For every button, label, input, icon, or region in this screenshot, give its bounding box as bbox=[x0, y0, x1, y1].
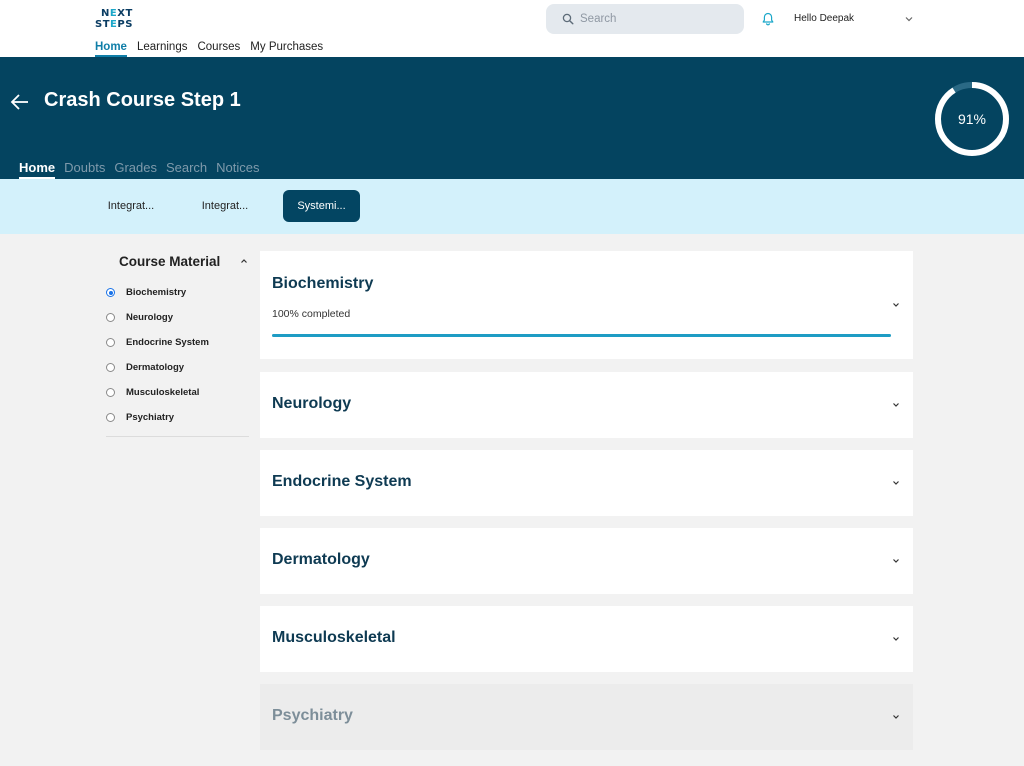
radio[interactable] bbox=[106, 338, 115, 347]
module-title: Psychiatry bbox=[272, 707, 353, 724]
search-box[interactable] bbox=[546, 4, 744, 34]
module-title: Musculoskeletal bbox=[272, 629, 396, 646]
brand-logo[interactable]: NEXT STEPS bbox=[95, 8, 135, 32]
course-material-header[interactable]: Course Material bbox=[106, 252, 249, 270]
module-card-neurology[interactable]: Neurology bbox=[260, 372, 913, 438]
course-progress-label: 91% bbox=[957, 111, 987, 127]
chevron-down-icon[interactable] bbox=[892, 557, 900, 565]
sidebar-item-biochemistry[interactable]: Biochemistry bbox=[106, 280, 249, 305]
nav-my-purchases[interactable]: My Purchases bbox=[250, 41, 323, 57]
tab-search[interactable]: Search bbox=[166, 160, 207, 179]
back-arrow-icon[interactable] bbox=[10, 92, 30, 112]
sidebar-title: Course Material bbox=[119, 253, 221, 269]
tab-notices[interactable]: Notices bbox=[216, 160, 259, 179]
chip-systemic[interactable]: Systemi... bbox=[283, 190, 360, 222]
nav-learnings[interactable]: Learnings bbox=[137, 41, 188, 57]
radio[interactable] bbox=[106, 413, 115, 422]
module-card-endocrine-system[interactable]: Endocrine System bbox=[260, 450, 913, 516]
sidebar-list: Biochemistry Neurology Endocrine System … bbox=[106, 280, 249, 430]
module-title: Dermatology bbox=[272, 551, 370, 568]
module-title: Neurology bbox=[272, 395, 352, 412]
module-progress-bar bbox=[272, 334, 891, 337]
tab-grades[interactable]: Grades bbox=[114, 160, 157, 179]
module-card-musculoskeletal[interactable]: Musculoskeletal bbox=[260, 606, 913, 672]
main-nav: Home Learnings Courses My Purchases bbox=[95, 41, 323, 57]
top-navbar: NEXT STEPS Home Learnings Courses My Pur… bbox=[0, 0, 1024, 57]
module-title: Biochemistry bbox=[272, 275, 374, 292]
course-tabs: Home Doubts Grades Search Notices bbox=[19, 160, 260, 179]
chevron-down-icon[interactable] bbox=[892, 401, 900, 409]
bell-icon[interactable] bbox=[761, 12, 775, 26]
chevron-down-icon[interactable] bbox=[892, 635, 900, 643]
module-card-dermatology[interactable]: Dermatology bbox=[260, 528, 913, 594]
chevron-down-icon[interactable] bbox=[892, 479, 900, 487]
chevron-down-icon[interactable] bbox=[904, 14, 914, 24]
chevron-down-icon[interactable] bbox=[892, 713, 900, 721]
chip-integrat-2[interactable]: Integrat... bbox=[190, 190, 260, 222]
course-material-sidebar: Course Material Biochemistry Neurology E… bbox=[106, 252, 249, 437]
course-header: Crash Course Step 1 91% Home Doubts Grad… bbox=[0, 57, 1024, 179]
sidebar-item-psychiatry[interactable]: Psychiatry bbox=[106, 405, 249, 430]
course-progress-ring: 91% bbox=[932, 79, 1012, 159]
section-chip-bar: Integrat... Integrat... Systemi... bbox=[0, 179, 1024, 234]
radio[interactable] bbox=[106, 388, 115, 397]
tab-doubts[interactable]: Doubts bbox=[64, 160, 105, 179]
nav-courses[interactable]: Courses bbox=[197, 41, 240, 57]
module-progress-fill bbox=[272, 334, 891, 337]
module-card-psychiatry[interactable]: Psychiatry bbox=[260, 684, 913, 750]
search-icon bbox=[562, 13, 574, 25]
sidebar-item-musculoskeletal[interactable]: Musculoskeletal bbox=[106, 380, 249, 405]
sidebar-item-dermatology[interactable]: Dermatology bbox=[106, 355, 249, 380]
tab-home[interactable]: Home bbox=[19, 160, 56, 179]
chevron-up-icon[interactable] bbox=[239, 256, 249, 266]
chevron-down-icon[interactable] bbox=[892, 301, 900, 309]
search-input[interactable] bbox=[580, 13, 730, 25]
nav-home[interactable]: Home bbox=[95, 41, 127, 57]
chip-integrat-1[interactable]: Integrat... bbox=[96, 190, 166, 222]
module-title: Endocrine System bbox=[272, 473, 412, 490]
module-status: 100% completed bbox=[272, 308, 351, 320]
user-greeting[interactable]: Hello Deepak bbox=[794, 13, 854, 24]
sidebar-item-endocrine-system[interactable]: Endocrine System bbox=[106, 330, 249, 355]
radio[interactable] bbox=[106, 313, 115, 322]
module-card-biochemistry[interactable]: Biochemistry 100% completed bbox=[260, 251, 913, 359]
radio-selected[interactable] bbox=[106, 288, 115, 297]
radio[interactable] bbox=[106, 363, 115, 372]
page-title: Crash Course Step 1 bbox=[44, 89, 241, 111]
divider bbox=[106, 436, 249, 437]
sidebar-item-neurology[interactable]: Neurology bbox=[106, 305, 249, 330]
